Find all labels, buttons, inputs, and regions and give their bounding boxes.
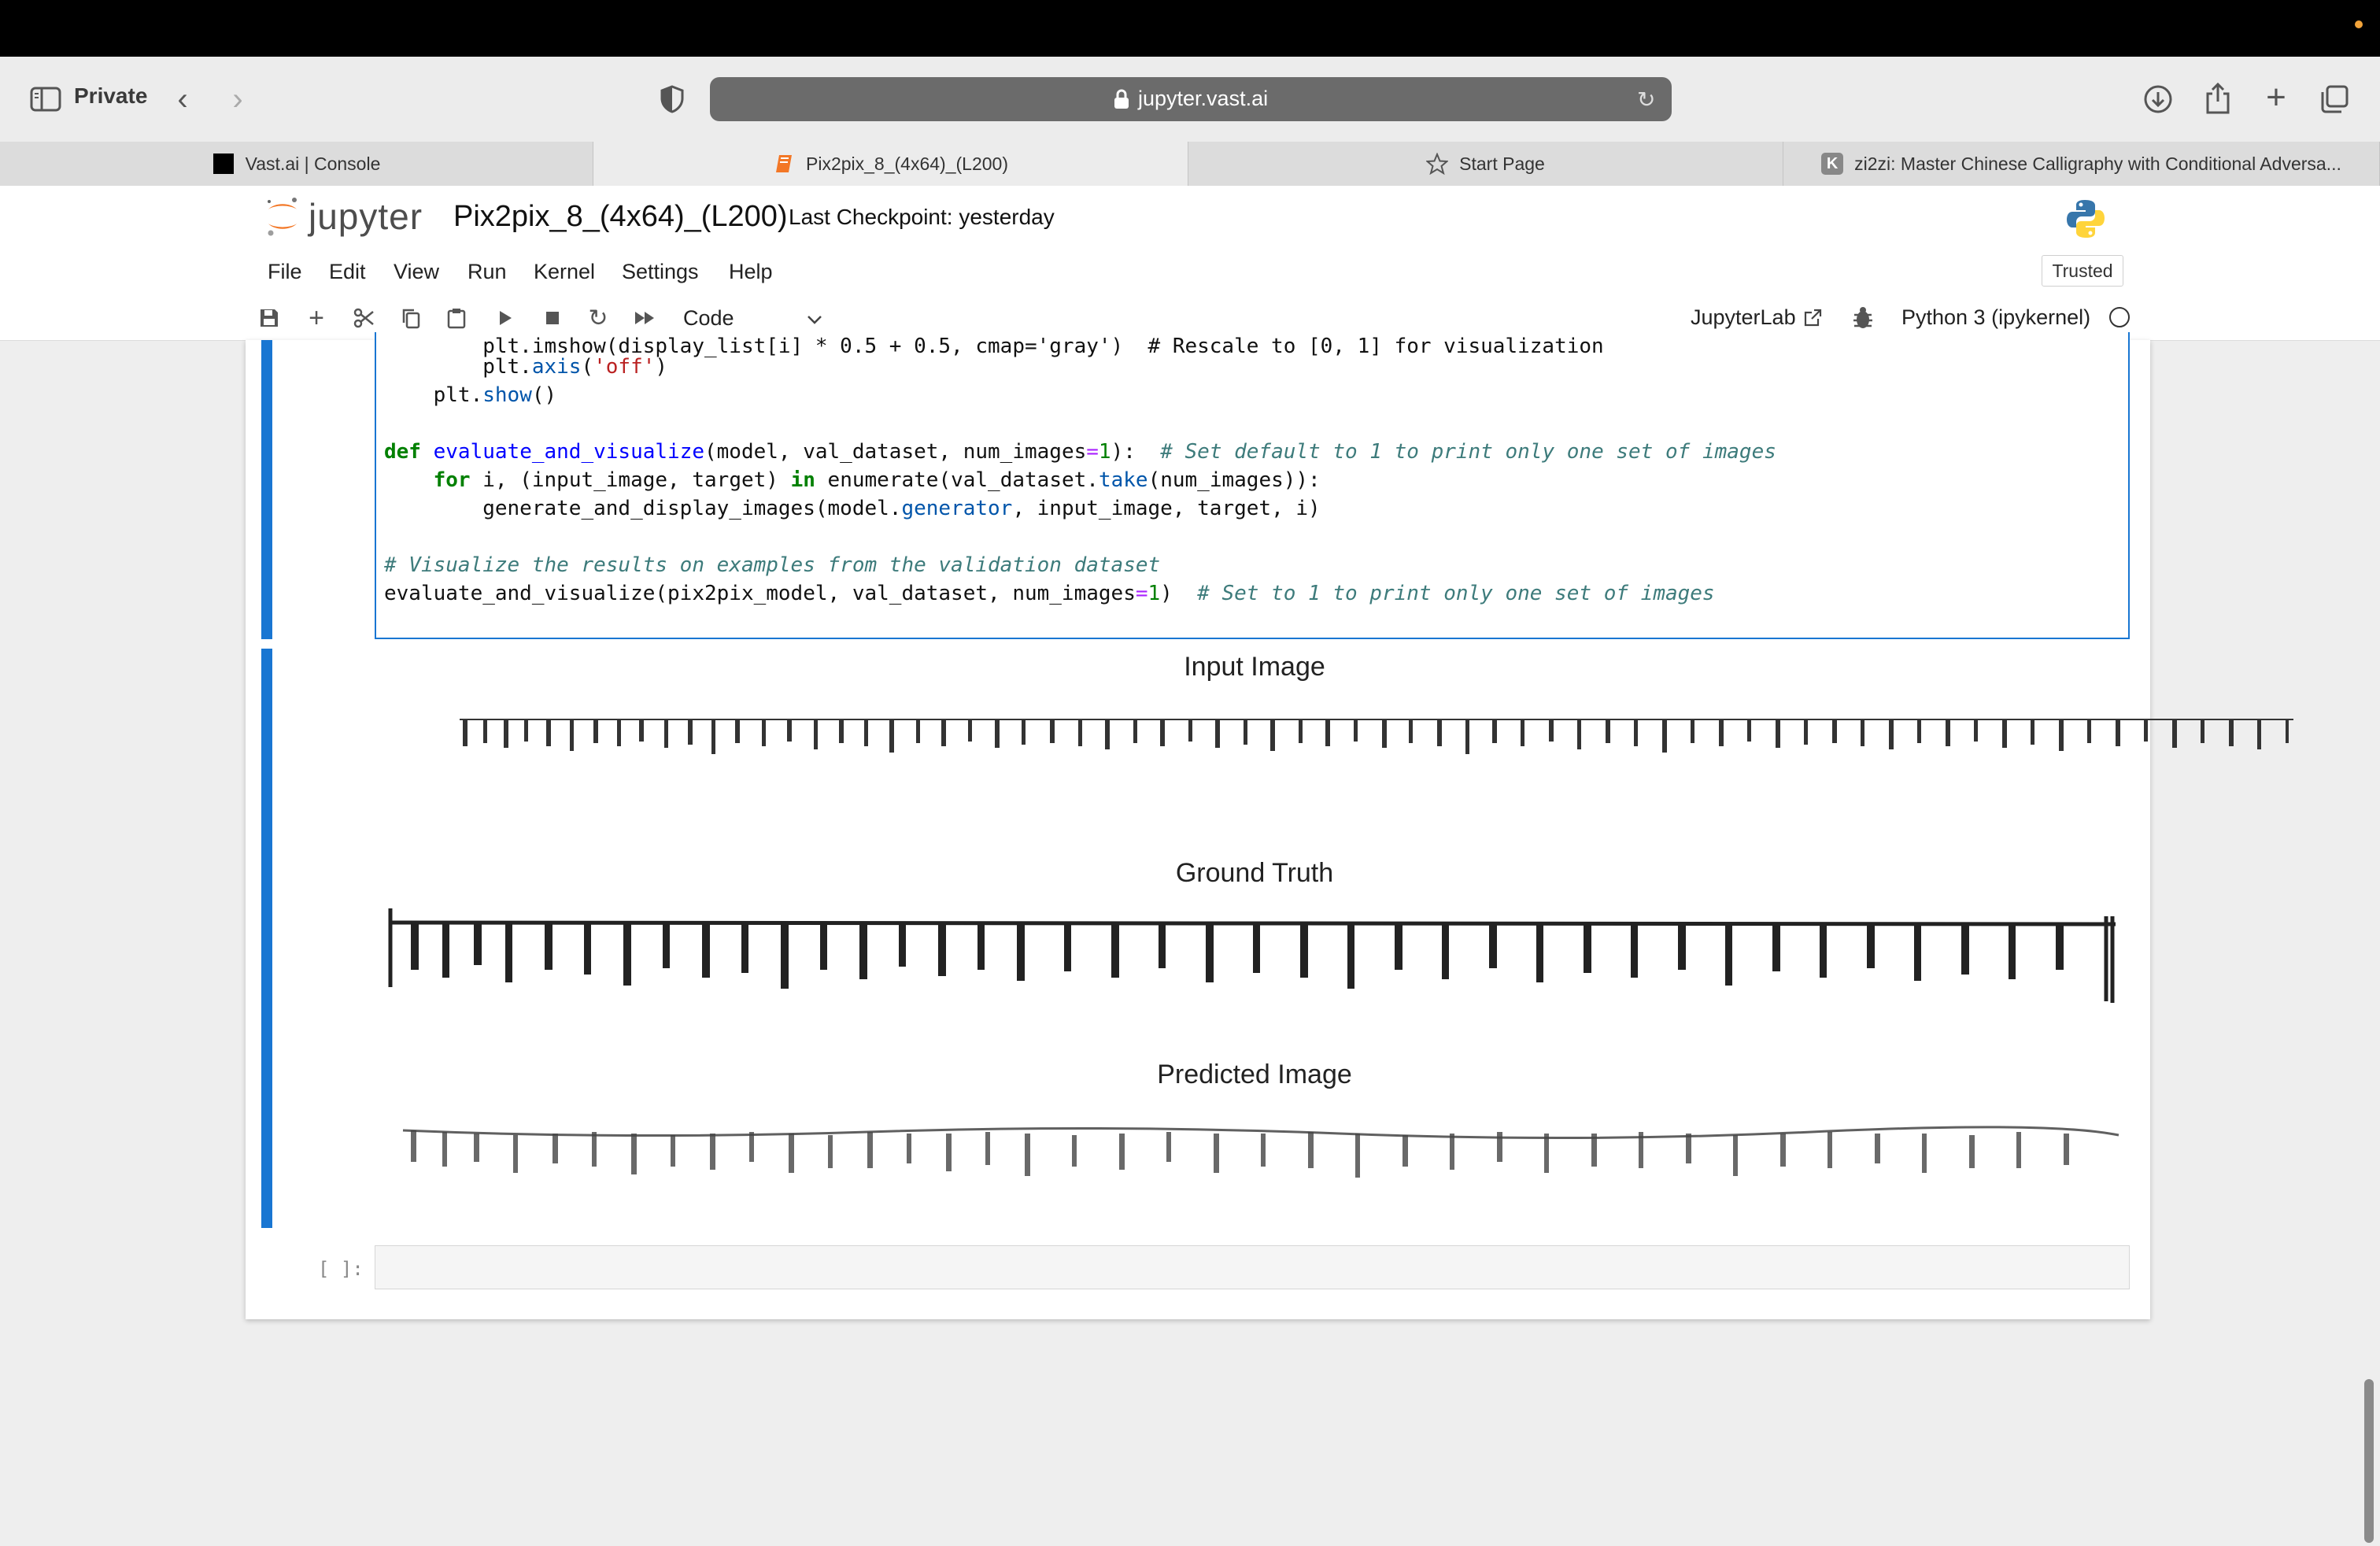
empty-code-cell[interactable]: [ ]: bbox=[246, 1245, 2150, 1293]
jupyter-logo[interactable]: jupyter bbox=[264, 195, 423, 238]
cell-type-value: Code bbox=[683, 305, 734, 330]
jupyter-logo-icon bbox=[268, 198, 297, 236]
jupyter-wordmark: jupyter bbox=[309, 196, 423, 237]
tab-label: zi2zi: Master Chinese Calligraphy with C… bbox=[1854, 153, 2341, 174]
empty-cell-input[interactable] bbox=[375, 1245, 2130, 1289]
menu-bar: File Edit View Run Kernel Settings Help … bbox=[0, 247, 2380, 297]
tab-notebook[interactable]: Pix2pix_8_(4x64)_(L200) bbox=[593, 142, 1188, 186]
tab-vast-console[interactable]: Vast.ai | Console bbox=[0, 142, 593, 186]
lock-icon bbox=[1114, 89, 1129, 109]
stop-kernel-icon[interactable] bbox=[540, 305, 565, 331]
jupyterlab-link[interactable]: JupyterLab bbox=[1691, 305, 1823, 330]
save-icon[interactable] bbox=[257, 305, 282, 331]
code-editor[interactable]: plt.imshow(display_list[i] * 0.5 + 0.5, … bbox=[375, 332, 2130, 639]
code-line: def evaluate_and_visualize(model, val_da… bbox=[384, 440, 1776, 464]
code-line: plt.axis('off') bbox=[384, 355, 668, 379]
input-image-title: Input Image bbox=[1184, 652, 1325, 682]
tab-overview-icon[interactable] bbox=[2317, 82, 2352, 117]
predicted-image bbox=[402, 1126, 2119, 1178]
output-collapse-bar[interactable] bbox=[261, 649, 272, 1228]
vast-favicon-icon bbox=[213, 153, 235, 175]
tab-label: Start Page bbox=[1459, 153, 1545, 174]
code-line: generate_and_display_images(model.genera… bbox=[384, 497, 1321, 520]
ground-truth-title: Ground Truth bbox=[1175, 858, 1334, 888]
tab-label: Pix2pix_8_(4x64)_(L200) bbox=[806, 153, 1008, 174]
checkpoint-status: Last Checkpoint: yesterday bbox=[789, 205, 1055, 229]
copy-icon[interactable] bbox=[398, 305, 423, 331]
predicted-image-title: Predicted Image bbox=[1157, 1060, 1352, 1089]
notebook-favicon-icon bbox=[773, 153, 795, 175]
cell-type-select[interactable]: Code bbox=[683, 304, 823, 332]
menu-run[interactable]: Run bbox=[468, 260, 507, 284]
kernel-idle-indicator bbox=[2109, 307, 2130, 327]
code-line: evaluate_and_visualize(pix2pix_model, va… bbox=[384, 582, 1715, 605]
k-favicon-icon: K bbox=[1821, 153, 1844, 175]
code-cell[interactable]: plt.imshow(display_list[i] * 0.5 + 0.5, … bbox=[246, 332, 2150, 639]
input-image bbox=[460, 719, 2293, 754]
reload-icon[interactable]: ↻ bbox=[1637, 87, 1661, 112]
notebook-panel: plt.imshow(display_list[i] * 0.5 + 0.5, … bbox=[246, 332, 2293, 1319]
recording-indicator bbox=[2355, 20, 2363, 28]
system-top-bar bbox=[0, 0, 2380, 57]
output-cell: Input Image Ground Truth Predicted Image bbox=[246, 649, 2293, 1228]
restart-kernel-icon[interactable]: ↻ bbox=[586, 305, 611, 331]
url-text: jupyter.vast.ai bbox=[1138, 87, 1269, 110]
notebook-title[interactable]: Pix2pix_8_(4x64)_(L200) bbox=[453, 200, 788, 234]
downloads-icon[interactable] bbox=[2141, 82, 2175, 117]
browser-toolbar: Private ‹ › jupyter.vast.ai ↻ + bbox=[0, 57, 2380, 142]
private-mode-label: Private bbox=[74, 83, 148, 108]
jupyter-header: jupyter Pix2pix_8_(4x64)_(L200) Last Che… bbox=[0, 186, 2380, 248]
cell-selection-bar bbox=[261, 340, 272, 639]
ground-truth-image bbox=[388, 908, 2116, 1003]
code-line: for i, (input_image, target) in enumerat… bbox=[433, 468, 1321, 492]
back-button[interactable]: ‹ bbox=[167, 80, 198, 118]
forward-button[interactable]: › bbox=[222, 80, 253, 118]
insert-cell-icon[interactable]: + bbox=[304, 303, 329, 333]
tab-zi2zi[interactable]: K zi2zi: Master Chinese Calligraphy with… bbox=[1783, 142, 2380, 186]
jupyterlab-link-label: JupyterLab bbox=[1691, 305, 1796, 329]
address-bar[interactable]: jupyter.vast.ai ↻ bbox=[710, 77, 1672, 121]
tab-label: Vast.ai | Console bbox=[245, 153, 381, 174]
page-scrollbar[interactable] bbox=[2364, 1379, 2374, 1543]
run-cell-icon[interactable] bbox=[493, 305, 518, 331]
cut-icon[interactable] bbox=[351, 305, 376, 331]
chevron-down-icon bbox=[806, 306, 823, 331]
share-icon[interactable] bbox=[2201, 79, 2235, 117]
sidebar-toggle-icon[interactable] bbox=[28, 82, 63, 117]
privacy-shield-icon[interactable] bbox=[655, 82, 689, 117]
restart-run-all-icon[interactable] bbox=[633, 305, 658, 331]
external-link-icon bbox=[1804, 309, 1821, 326]
cell-prompt: [ ]: bbox=[318, 1258, 364, 1280]
paste-icon[interactable] bbox=[444, 305, 469, 331]
menu-edit[interactable]: Edit bbox=[329, 260, 366, 284]
new-tab-icon[interactable]: + bbox=[2259, 78, 2293, 117]
menu-help[interactable]: Help bbox=[729, 260, 773, 284]
code-line: # Visualize the results on examples from… bbox=[384, 553, 1161, 577]
menu-kernel[interactable]: Kernel bbox=[534, 260, 595, 284]
debugger-bug-icon[interactable] bbox=[1851, 305, 1875, 331]
menu-settings[interactable]: Settings bbox=[622, 260, 699, 284]
trusted-badge[interactable]: Trusted bbox=[2042, 255, 2123, 287]
star-icon bbox=[1426, 153, 1449, 175]
python-logo-icon bbox=[2065, 198, 2106, 239]
browser-tab-strip: Vast.ai | Console Pix2pix_8_(4x64)_(L200… bbox=[0, 142, 2380, 187]
code-line: plt.show() bbox=[384, 383, 557, 407]
menu-view[interactable]: View bbox=[394, 260, 439, 284]
tab-start-page[interactable]: Start Page bbox=[1188, 142, 1783, 186]
kernel-name[interactable]: Python 3 (ipykernel) bbox=[1901, 305, 2090, 330]
menu-file[interactable]: File bbox=[268, 260, 302, 284]
